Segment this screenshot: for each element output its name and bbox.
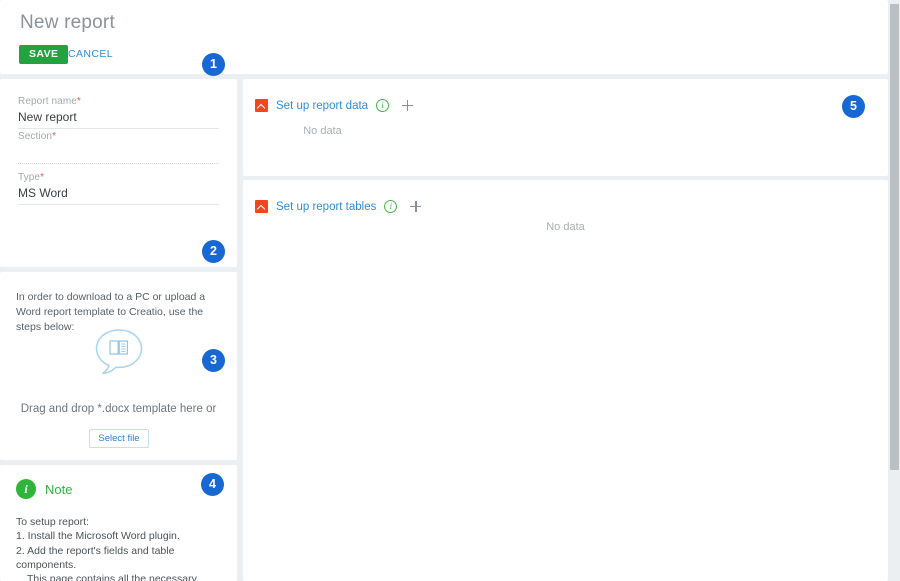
page-title: New report bbox=[20, 12, 115, 33]
report-designer-page: New report SAVE CANCEL 1 Report name* Ne… bbox=[0, 0, 900, 581]
note-step-2: 2. Add the report's fields and table com… bbox=[16, 544, 175, 571]
required-marker: * bbox=[76, 96, 81, 107]
info-icon: i bbox=[16, 479, 36, 499]
type-field[interactable]: Type* MS Word bbox=[18, 172, 219, 205]
report-tables-panel: Set up report tables i No data bbox=[243, 180, 888, 581]
plus-icon[interactable] bbox=[409, 200, 422, 213]
chevron-up-icon[interactable] bbox=[255, 200, 268, 213]
field-underline bbox=[18, 204, 219, 205]
step-badge-3: 3 bbox=[202, 349, 225, 372]
report-properties-card: Report name* New report Section* Type* M… bbox=[0, 79, 237, 329]
report-tables-panel-header: Set up report tables i bbox=[255, 200, 422, 213]
vertical-scrollbar-thumb[interactable] bbox=[890, 4, 899, 470]
page-header: New report SAVE CANCEL bbox=[0, 0, 888, 74]
type-input[interactable]: MS Word bbox=[18, 185, 219, 202]
section-input[interactable] bbox=[18, 144, 219, 161]
info-icon[interactable]: i bbox=[376, 99, 390, 112]
note-header: i Note bbox=[16, 479, 72, 499]
vertical-scrollbar-track[interactable] bbox=[888, 0, 900, 581]
step-badge-1: 1 bbox=[202, 53, 225, 76]
type-label: Type* bbox=[18, 172, 45, 183]
step-badge-4: 4 bbox=[201, 473, 224, 496]
report-tables-panel-title[interactable]: Set up report tables bbox=[276, 201, 376, 213]
report-data-empty-text: No data bbox=[303, 125, 342, 137]
note-title: Note bbox=[45, 481, 73, 497]
note-intro: To setup report: bbox=[16, 516, 89, 528]
info-icon[interactable]: i bbox=[384, 200, 398, 213]
cancel-button[interactable]: CANCEL bbox=[68, 45, 113, 64]
step-badge-5: 5 bbox=[842, 95, 865, 118]
step-badge-2: 2 bbox=[202, 240, 225, 263]
chevron-up-icon[interactable] bbox=[255, 99, 268, 112]
speech-bubble-document-icon bbox=[95, 329, 143, 375]
report-name-input[interactable]: New report bbox=[18, 109, 219, 126]
report-tables-empty-text: No data bbox=[546, 221, 585, 233]
note-step-1: 1. Install the Microsoft Word plugin. bbox=[16, 530, 180, 543]
save-button[interactable]: SAVE bbox=[19, 45, 69, 64]
note-step-2-cont: This page contains all the necessary set… bbox=[27, 573, 197, 581]
field-underline bbox=[18, 163, 219, 164]
report-data-panel-header: Set up report data i bbox=[255, 99, 414, 112]
report-name-label: Report name* bbox=[18, 96, 81, 107]
plus-icon[interactable] bbox=[401, 99, 414, 112]
select-file-button[interactable]: Select file bbox=[89, 429, 149, 448]
note-body: To setup report: 1. Install the Microsof… bbox=[16, 515, 228, 581]
required-marker: * bbox=[40, 172, 45, 183]
dragdrop-hint: Drag and drop *.docx template here or bbox=[20, 403, 217, 415]
report-data-panel-title[interactable]: Set up report data bbox=[276, 100, 368, 112]
